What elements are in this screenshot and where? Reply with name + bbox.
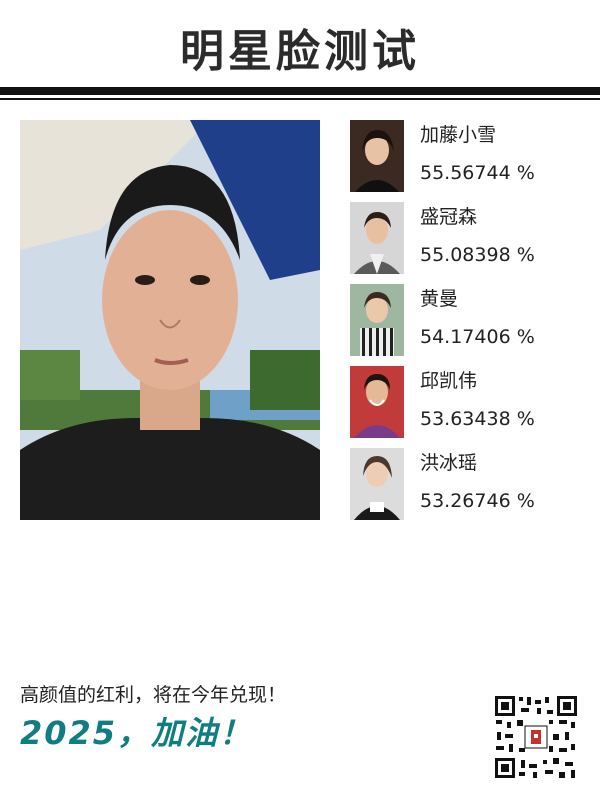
match-item: 黄曼 54.17406 % [350,284,580,356]
page-title: 明星脸测试 [180,26,420,77]
celebrity-name: 加藤小雪 [420,124,497,146]
match-item: 邱凯伟 53.63438 % [350,366,580,438]
celebrity-thumbnail [350,366,404,438]
user-photo [20,120,320,520]
celebrity-thumbnail [350,120,404,192]
header-divider-thick [0,87,600,95]
similarity-score: 53.63438 % [420,408,535,430]
celebrity-thumbnail [350,448,404,520]
qr-code[interactable] [493,694,579,780]
celebrity-name: 黄曼 [420,288,459,310]
celebrity-name: 邱凯伟 [420,370,478,392]
match-item: 加藤小雪 55.56744 % [350,120,580,192]
celebrity-thumbnail [350,202,404,274]
slogan: 2025，加油！ [20,714,254,752]
similarity-score: 55.56744 % [420,162,535,184]
celebrity-name: 洪冰瑶 [420,452,478,474]
celebrity-name: 盛冠森 [420,206,478,228]
match-item: 洪冰瑶 53.26746 % [350,448,580,520]
tagline: 高颜值的红利，将在今年兑现！ [20,684,287,706]
similarity-score: 54.17406 % [420,326,535,348]
celebrity-thumbnail [350,284,404,356]
header-divider-thin [0,98,600,100]
similarity-score: 53.26746 % [420,490,535,512]
similarity-score: 55.08398 % [420,244,535,266]
match-item: 盛冠森 55.08398 % [350,202,580,274]
